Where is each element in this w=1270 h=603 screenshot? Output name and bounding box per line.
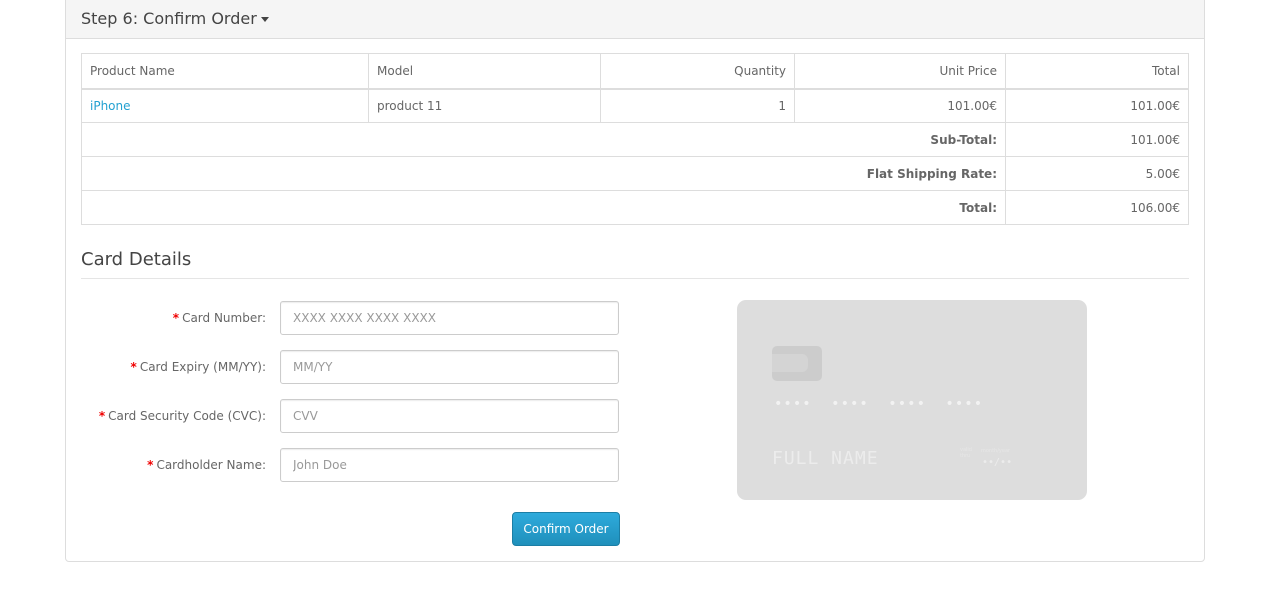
cardholder-name-input[interactable] — [280, 448, 619, 482]
header-product-name: Product Name — [81, 53, 369, 90]
grand-total-label: Total: — [81, 190, 1006, 225]
card-preview-month-year: month/year — [981, 448, 1011, 454]
card-details-legend: Card Details — [81, 248, 1189, 279]
grand-total-row: Total: 106.00€ — [81, 190, 1189, 225]
table-header-row: Product Name Model Quantity Unit Price T… — [81, 53, 1189, 90]
card-number-row: * Card Number: — [81, 301, 621, 335]
unit-price-cell: 101.00€ — [794, 88, 1006, 123]
confirm-order-panel: Step 6: Confirm Order Product Name Model… — [65, 0, 1205, 562]
confirm-order-button[interactable]: Confirm Order — [512, 512, 620, 546]
subtotal-row: Sub-Total: 101.00€ — [81, 122, 1189, 157]
required-marker: * — [130, 360, 137, 374]
product-cell: iPhone — [81, 88, 369, 123]
card-preview: •••• •••• •••• •••• FULL NAME valid thru… — [737, 300, 1087, 500]
subtotal-value: 101.00€ — [1005, 122, 1189, 157]
card-preview-number: •••• •••• •••• •••• — [774, 396, 984, 412]
required-marker: * — [147, 458, 154, 472]
header-model: Model — [368, 53, 601, 90]
card-number-input[interactable] — [280, 301, 619, 335]
shipping-row: Flat Shipping Rate: 5.00€ — [81, 156, 1189, 191]
card-expiry-label: * Card Expiry (MM/YY): — [130, 360, 266, 374]
required-marker: * — [172, 311, 180, 325]
total-cell: 101.00€ — [1005, 88, 1189, 123]
model-cell: product 11 — [368, 88, 601, 123]
card-preview-valid-label: valid thru — [960, 447, 972, 459]
panel-heading[interactable]: Step 6: Confirm Order — [66, 0, 1204, 39]
header-total: Total — [1005, 53, 1189, 90]
required-marker: * — [98, 409, 106, 423]
subtotal-label: Sub-Total: — [81, 122, 1006, 157]
shipping-value: 5.00€ — [1005, 156, 1189, 191]
table-row: iPhone product 11 1 101.00€ 101.00€ — [81, 88, 1189, 123]
caret-down-icon[interactable] — [260, 17, 269, 22]
cardholder-name-label: * Cardholder Name: — [147, 458, 266, 472]
card-cvc-row: * Card Security Code (CVC): — [81, 399, 621, 433]
grand-total-value: 106.00€ — [1005, 190, 1189, 225]
card-expiry-row: * Card Expiry (MM/YY): — [81, 350, 621, 384]
order-table: Product Name Model Quantity Unit Price T… — [81, 53, 1189, 225]
header-unit-price: Unit Price — [794, 53, 1006, 90]
card-preview-expiry: ••/•• — [982, 457, 1013, 468]
shipping-label: Flat Shipping Rate: — [81, 156, 1006, 191]
quantity-cell: 1 — [600, 88, 795, 123]
product-link[interactable]: iPhone — [90, 99, 131, 113]
card-cvc-label: * Card Security Code (CVC): — [98, 409, 266, 423]
card-expiry-input[interactable] — [280, 350, 619, 384]
card-chip-icon — [772, 346, 822, 381]
card-preview-name: FULL NAME — [772, 448, 879, 469]
panel-title[interactable]: Step 6: Confirm Order — [81, 9, 257, 28]
header-quantity: Quantity — [600, 53, 795, 90]
card-cvc-input[interactable] — [280, 399, 619, 433]
card-number-label: * Card Number: — [172, 311, 266, 325]
cardholder-name-row: * Cardholder Name: — [81, 448, 621, 482]
